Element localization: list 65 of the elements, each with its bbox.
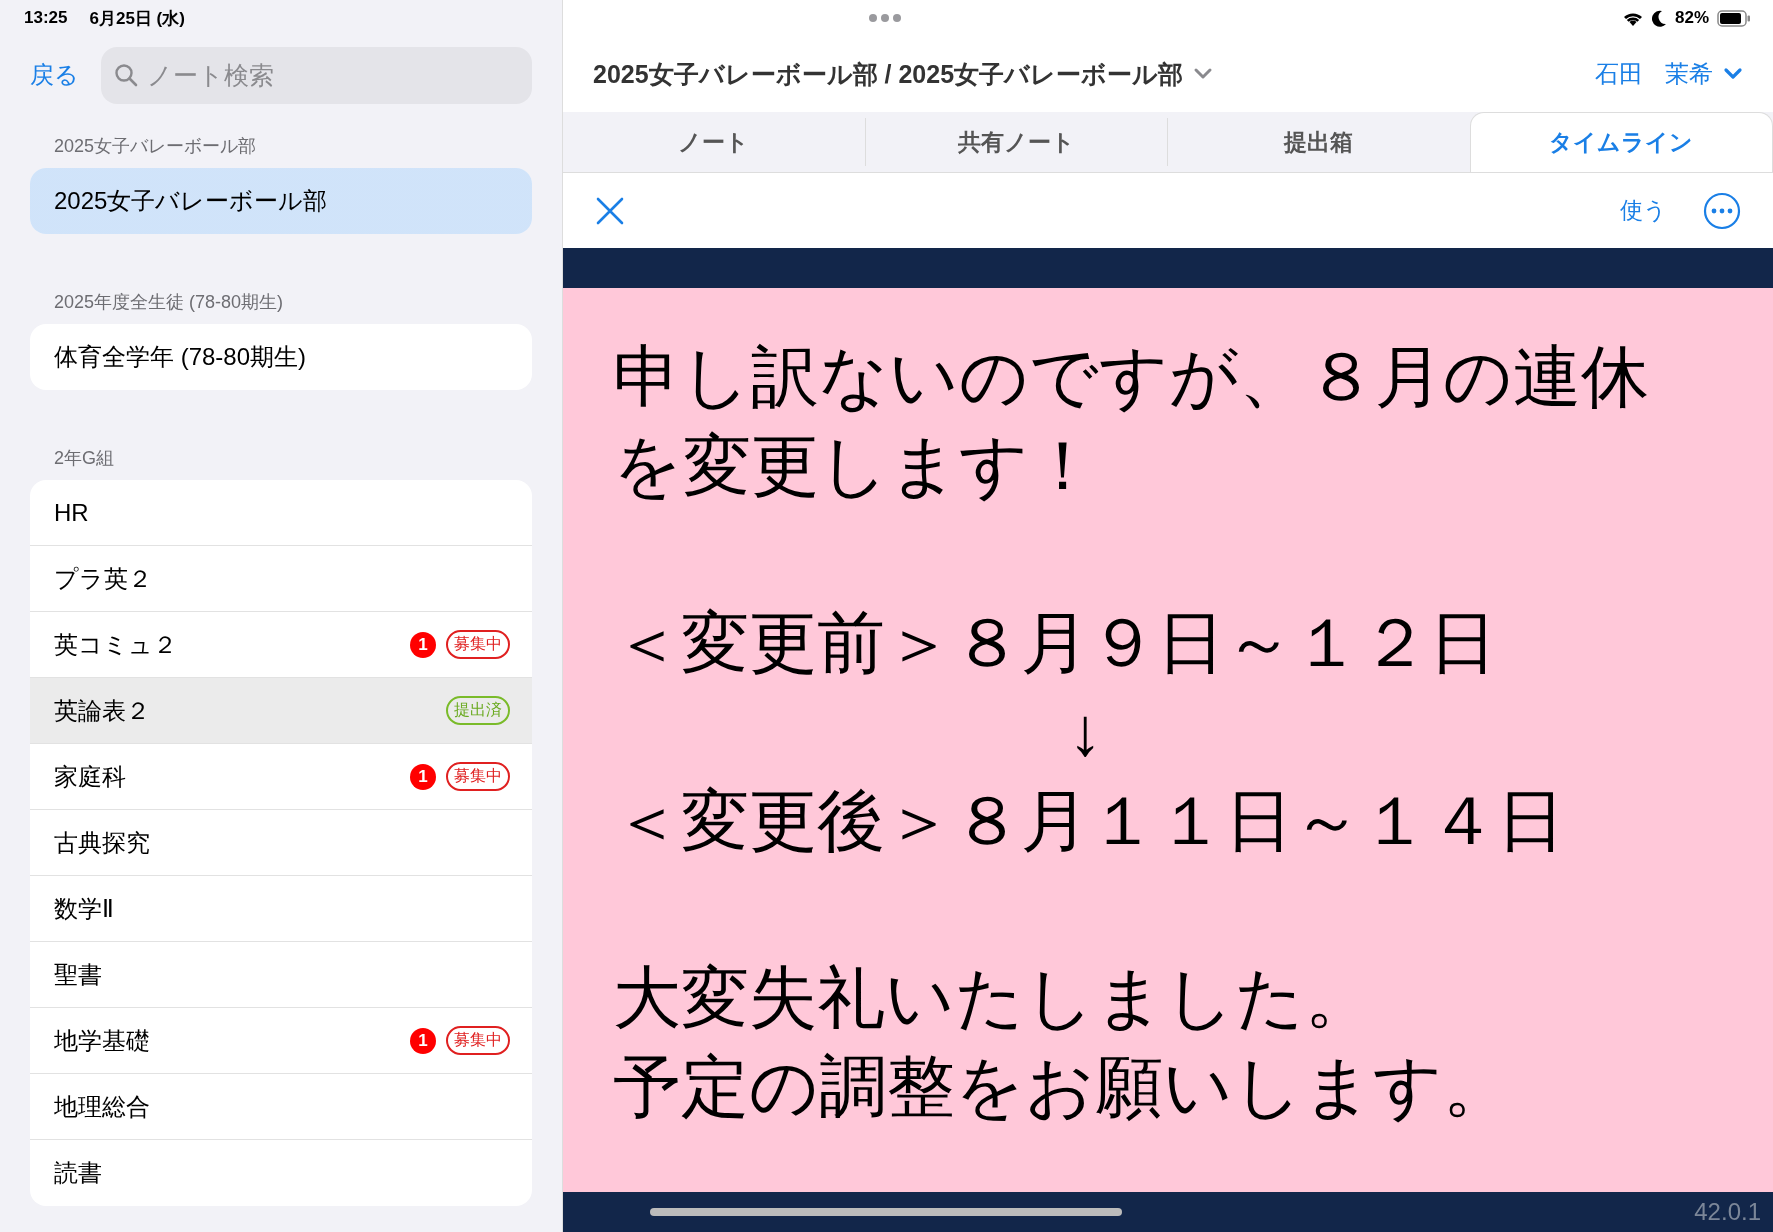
item-label: 数学Ⅱ	[54, 893, 115, 924]
note-text: 予定の調整をお願いします。	[613, 1047, 1511, 1126]
close-icon[interactable]	[595, 195, 625, 226]
back-link[interactable]: 戻る	[30, 59, 79, 91]
note-text: を変更します！	[613, 426, 1097, 505]
list-item[interactable]: 地理総合	[30, 1074, 532, 1140]
status-time: 13:25	[24, 8, 68, 28]
user-menu[interactable]: 石田 茉希	[1595, 58, 1743, 90]
list-item[interactable]: 聖書	[30, 942, 532, 1008]
version-label: 42.0.1	[1694, 1198, 1761, 1226]
more-icon[interactable]	[1703, 191, 1741, 230]
section-header: 2025女子バレーボール部	[53, 135, 258, 158]
tab[interactable]: 提出箱	[1167, 118, 1470, 166]
item-label: 読書	[54, 1158, 103, 1188]
more-dots-icon[interactable]	[868, 13, 902, 23]
item-label: 体育全学年 (78-80期生)	[54, 342, 308, 372]
item-label: HR	[54, 498, 90, 527]
item-label: 家庭科	[54, 761, 127, 792]
title-dropdown[interactable]: 2025女子バレーボール部 / 2025女子バレーボール部	[593, 57, 1214, 91]
item-label: 聖書	[54, 959, 103, 990]
status-tag: 募集中	[446, 762, 510, 791]
user-last-name: 石田	[1595, 59, 1643, 89]
section-header: 2年G組	[53, 447, 115, 470]
list-item[interactable]: 英論表２ 提出済	[30, 678, 532, 744]
section-header: 2025年度全生徒 (78-80期生)	[53, 291, 285, 314]
chevron-down-icon	[1723, 67, 1743, 81]
use-link[interactable]: 使う	[1620, 195, 1667, 226]
list-item[interactable]: 地学基礎 1 募集中	[30, 1008, 532, 1074]
list-item[interactable]: 読書	[30, 1140, 532, 1206]
item-label: プラ英２	[54, 563, 153, 594]
tab[interactable]: 共有ノート	[864, 118, 1167, 166]
note-text: 大変失礼いたしました。	[613, 958, 1373, 1037]
moon-icon	[1651, 9, 1667, 27]
search-icon	[113, 61, 139, 88]
tab[interactable]: ノート	[563, 118, 865, 166]
battery-percent: 82%	[1674, 8, 1709, 28]
item-label: 古典探究	[54, 827, 151, 858]
chevron-down-icon	[1193, 67, 1214, 81]
list-item[interactable]: 家庭科 1 募集中	[30, 744, 532, 810]
list-item[interactable]: プラ英２	[30, 546, 532, 612]
list-item[interactable]: 数学Ⅱ	[30, 876, 532, 942]
note-text: ＜変更後＞８月１１日～１４日	[613, 781, 1565, 860]
note-text: 申し訳ないのですが、８月の連休	[613, 337, 1649, 416]
list-item[interactable]: HR	[30, 480, 532, 546]
count-badge: 1	[410, 763, 436, 790]
count-badge: 1	[410, 1027, 436, 1054]
item-label: 英コミュ２	[54, 629, 178, 660]
list-item[interactable]: 古典探究	[30, 810, 532, 876]
battery-icon	[1717, 9, 1751, 27]
note-text: ＜変更前＞８月９日～１２日	[613, 603, 1497, 682]
count-badge: 1	[410, 631, 436, 658]
item-label: 地学基礎	[54, 1025, 151, 1056]
item-label: 地理総合	[54, 1091, 151, 1122]
status-tag: 募集中	[446, 1026, 510, 1055]
status-tag: 提出済	[446, 696, 510, 725]
item-label: 2025女子バレーボール部	[54, 186, 329, 216]
down-arrow-text: ↓	[1067, 692, 1102, 771]
status-tag: 募集中	[446, 630, 510, 659]
search-field[interactable]: ノート検索	[101, 46, 532, 104]
user-first-name: 茉希	[1665, 59, 1713, 89]
item-label: 英論表２	[54, 695, 151, 726]
list-item[interactable]: 体育全学年 (78-80期生)	[30, 324, 532, 390]
list-item[interactable]: 2025女子バレーボール部	[30, 168, 532, 234]
status-date: 6月25日 (水)	[89, 7, 185, 30]
tab[interactable]: タイムライン	[1469, 112, 1773, 172]
